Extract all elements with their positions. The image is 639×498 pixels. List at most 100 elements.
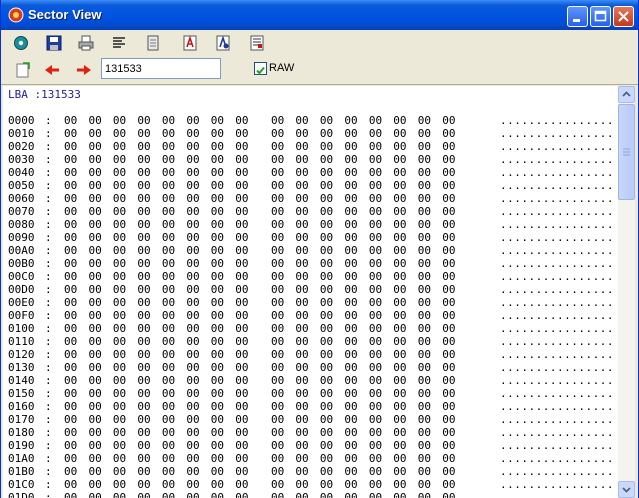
close-button[interactable] bbox=[613, 6, 634, 27]
scroll-thumb[interactable] bbox=[618, 104, 635, 200]
row-address: 0020 bbox=[8, 140, 35, 153]
hex-row: 0150:00 00 00 00 00 00 00 00 00 00 00 00… bbox=[8, 387, 614, 400]
row-hex-bytes: 00 00 00 00 00 00 00 00 00 00 00 00 00 0… bbox=[64, 439, 456, 452]
row-ascii: ................ bbox=[500, 257, 614, 270]
row-ascii: ................ bbox=[500, 413, 614, 426]
row-ascii: ................ bbox=[500, 465, 614, 478]
save-icon[interactable] bbox=[45, 34, 63, 52]
row-ascii: ................ bbox=[500, 322, 614, 335]
row-address: 00A0 bbox=[8, 244, 35, 257]
chevron-up-icon bbox=[622, 91, 631, 97]
hex-row: 0100:00 00 00 00 00 00 00 00 00 00 00 00… bbox=[8, 322, 614, 335]
row-address: 0190 bbox=[8, 439, 35, 452]
row-hex-bytes: 00 00 00 00 00 00 00 00 00 00 00 00 00 0… bbox=[64, 218, 456, 231]
lba-input[interactable] bbox=[101, 58, 221, 79]
row-hex-bytes: 00 00 00 00 00 00 00 00 00 00 00 00 00 0… bbox=[64, 374, 456, 387]
row-ascii: ................ bbox=[500, 348, 614, 361]
hex-row: 0090:00 00 00 00 00 00 00 00 00 00 00 00… bbox=[8, 231, 614, 244]
row-ascii: ................ bbox=[500, 205, 614, 218]
raw-checkbox[interactable] bbox=[254, 62, 267, 75]
maximize-button[interactable] bbox=[590, 6, 611, 27]
row-address: 0130 bbox=[8, 361, 35, 374]
row-address: 01D0 bbox=[8, 491, 35, 498]
hex-rows: 0000:00 00 00 00 00 00 00 00 00 00 00 00… bbox=[8, 114, 614, 498]
row-ascii: ................ bbox=[500, 374, 614, 387]
hex-view[interactable]: LBA :131533 0000:00 00 00 00 00 00 00 00… bbox=[3, 86, 618, 498]
row-ascii: ................ bbox=[500, 140, 614, 153]
hex-row: 0040:00 00 00 00 00 00 00 00 00 00 00 00… bbox=[8, 166, 614, 179]
minimize-icon bbox=[573, 19, 580, 22]
row-separator: : bbox=[45, 296, 52, 309]
hex-row: 0190:00 00 00 00 00 00 00 00 00 00 00 00… bbox=[8, 439, 614, 452]
grip-icon bbox=[623, 148, 630, 156]
row-separator: : bbox=[45, 270, 52, 283]
row-hex-bytes: 00 00 00 00 00 00 00 00 00 00 00 00 00 0… bbox=[64, 205, 456, 218]
hex-row: 0010:00 00 00 00 00 00 00 00 00 00 00 00… bbox=[8, 127, 614, 140]
hex-row: 0060:00 00 00 00 00 00 00 00 00 00 00 00… bbox=[8, 192, 614, 205]
row-separator: : bbox=[45, 348, 52, 361]
minimize-button[interactable] bbox=[567, 6, 588, 27]
report-icon[interactable] bbox=[248, 34, 266, 52]
row-hex-bytes: 00 00 00 00 00 00 00 00 00 00 00 00 00 0… bbox=[64, 270, 456, 283]
hex-row: 01A0:00 00 00 00 00 00 00 00 00 00 00 00… bbox=[8, 452, 614, 465]
row-hex-bytes: 00 00 00 00 00 00 00 00 00 00 00 00 00 0… bbox=[64, 231, 456, 244]
hex-row: 00F0:00 00 00 00 00 00 00 00 00 00 00 00… bbox=[8, 309, 614, 322]
row-hex-bytes: 00 00 00 00 00 00 00 00 00 00 00 00 00 0… bbox=[64, 244, 456, 257]
row-ascii: ................ bbox=[500, 335, 614, 348]
row-hex-bytes: 00 00 00 00 00 00 00 00 00 00 00 00 00 0… bbox=[64, 166, 456, 179]
row-separator: : bbox=[45, 205, 52, 218]
row-hex-bytes: 00 00 00 00 00 00 00 00 00 00 00 00 00 0… bbox=[64, 348, 456, 361]
row-address: 0060 bbox=[8, 192, 35, 205]
row-address: 0080 bbox=[8, 218, 35, 231]
main-toolbar bbox=[1, 30, 638, 55]
row-address: 00E0 bbox=[8, 296, 35, 309]
row-address: 00C0 bbox=[8, 270, 35, 283]
hex-row: 01B0:00 00 00 00 00 00 00 00 00 00 00 00… bbox=[8, 465, 614, 478]
row-hex-bytes: 00 00 00 00 00 00 00 00 00 00 00 00 00 0… bbox=[64, 140, 456, 153]
scroll-down-button[interactable] bbox=[618, 481, 635, 498]
row-hex-bytes: 00 00 00 00 00 00 00 00 00 00 00 00 00 0… bbox=[64, 322, 456, 335]
row-address: 0150 bbox=[8, 387, 35, 400]
row-address: 0120 bbox=[8, 348, 35, 361]
hex-row: 0030:00 00 00 00 00 00 00 00 00 00 00 00… bbox=[8, 153, 614, 166]
row-ascii: ................ bbox=[500, 114, 614, 127]
row-separator: : bbox=[45, 257, 52, 270]
hex-row: 0020:00 00 00 00 00 00 00 00 00 00 00 00… bbox=[8, 140, 614, 153]
vertical-scrollbar[interactable] bbox=[618, 86, 635, 498]
previous-sector-arrow-icon[interactable] bbox=[43, 61, 61, 79]
hex-row: 0140:00 00 00 00 00 00 00 00 00 00 00 00… bbox=[8, 374, 614, 387]
row-ascii: ................ bbox=[500, 439, 614, 452]
row-separator: : bbox=[45, 283, 52, 296]
row-separator: : bbox=[45, 231, 52, 244]
row-separator: : bbox=[45, 374, 52, 387]
print-icon[interactable] bbox=[77, 34, 95, 52]
row-ascii: ................ bbox=[500, 231, 614, 244]
goto-sector-icon[interactable] bbox=[14, 61, 32, 79]
row-ascii: ................ bbox=[500, 296, 614, 309]
scroll-up-button[interactable] bbox=[618, 86, 635, 103]
row-address: 01A0 bbox=[8, 452, 35, 465]
row-separator: : bbox=[45, 127, 52, 140]
row-separator: : bbox=[45, 335, 52, 348]
row-hex-bytes: 00 00 00 00 00 00 00 00 00 00 00 00 00 0… bbox=[64, 127, 456, 140]
row-ascii: ................ bbox=[500, 309, 614, 322]
disk-info-icon[interactable] bbox=[12, 34, 30, 52]
row-hex-bytes: 00 00 00 00 00 00 00 00 00 00 00 00 00 0… bbox=[64, 413, 456, 426]
row-hex-bytes: 00 00 00 00 00 00 00 00 00 00 00 00 00 0… bbox=[64, 400, 456, 413]
row-separator: : bbox=[45, 413, 52, 426]
hex-row: 00B0:00 00 00 00 00 00 00 00 00 00 00 00… bbox=[8, 257, 614, 270]
row-ascii: ................ bbox=[500, 478, 614, 491]
checkmark-icon bbox=[256, 66, 265, 75]
next-sector-arrow-icon[interactable] bbox=[75, 61, 93, 79]
hex-row: 0180:00 00 00 00 00 00 00 00 00 00 00 00… bbox=[8, 426, 614, 439]
title-bar[interactable]: Sector View bbox=[1, 0, 638, 30]
row-hex-bytes: 00 00 00 00 00 00 00 00 00 00 00 00 00 0… bbox=[64, 361, 456, 374]
app-icon bbox=[8, 7, 24, 23]
row-address: 01C0 bbox=[8, 478, 35, 491]
pdf-export-icon[interactable] bbox=[214, 34, 232, 52]
list-icon[interactable] bbox=[110, 34, 128, 52]
hex-row: 0160:00 00 00 00 00 00 00 00 00 00 00 00… bbox=[8, 400, 614, 413]
hex-row: 00A0:00 00 00 00 00 00 00 00 00 00 00 00… bbox=[8, 244, 614, 257]
pdf-icon[interactable] bbox=[181, 34, 199, 52]
document-icon[interactable] bbox=[144, 34, 162, 52]
